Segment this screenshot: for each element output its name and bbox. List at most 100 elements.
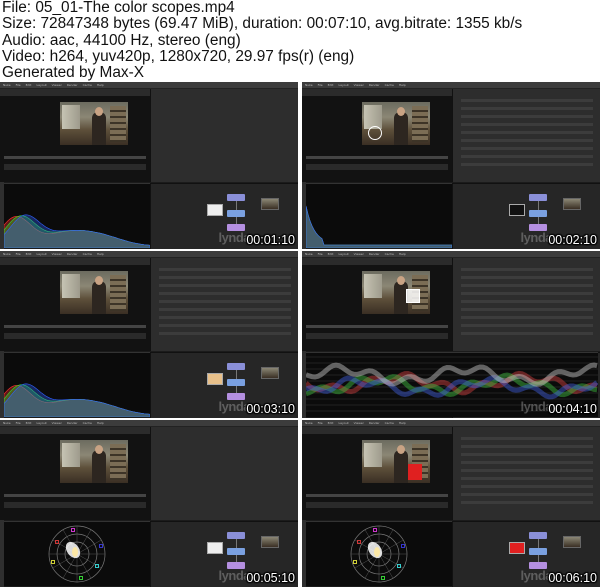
read-node-thumbnail[interactable] [261, 367, 279, 379]
playback-controls[interactable] [4, 164, 146, 170]
property-row[interactable] [461, 332, 593, 335]
app-menu-item[interactable]: File [16, 420, 21, 426]
playback-controls[interactable] [306, 164, 448, 170]
property-row[interactable] [461, 453, 593, 456]
app-menu-item[interactable]: Help [399, 251, 406, 257]
property-row[interactable] [159, 316, 291, 319]
app-menu-item[interactable]: Cache [385, 82, 394, 88]
app-menu-item[interactable]: Layout [36, 251, 46, 257]
graph-node[interactable] [529, 532, 547, 539]
graph-node[interactable] [227, 548, 245, 555]
property-row[interactable] [461, 163, 593, 166]
app-menu-item[interactable]: Help [399, 420, 406, 426]
app-menu-item[interactable]: Render [369, 82, 380, 88]
read-node-thumbnail[interactable] [261, 536, 279, 548]
graph-node[interactable] [227, 194, 245, 201]
property-row[interactable] [461, 292, 593, 295]
app-menu-item[interactable]: Edit [26, 251, 32, 257]
app-menu-item[interactable]: Layout [36, 420, 46, 426]
app-menu-item[interactable]: Viewer [52, 82, 62, 88]
property-row[interactable] [461, 485, 593, 488]
property-row[interactable] [461, 131, 593, 134]
app-menu-item[interactable]: File [16, 251, 21, 257]
app-menu-item[interactable]: Cache [83, 420, 92, 426]
property-row[interactable] [461, 324, 593, 327]
viewer-timeline[interactable] [4, 325, 146, 328]
read-node-thumbnail[interactable] [563, 198, 581, 210]
playback-controls[interactable] [4, 333, 146, 339]
app-menu-item[interactable]: Layout [338, 82, 348, 88]
graph-node[interactable] [529, 210, 547, 217]
property-row[interactable] [461, 276, 593, 279]
property-row[interactable] [461, 300, 593, 303]
app-menu-item[interactable]: Nuke [3, 251, 11, 257]
app-menu-item[interactable]: Render [369, 251, 380, 257]
property-row[interactable] [461, 107, 593, 110]
read-node-thumbnail[interactable] [261, 198, 279, 210]
graph-node[interactable] [227, 210, 245, 217]
property-row[interactable] [159, 332, 291, 335]
app-menu-item[interactable]: Layout [36, 82, 46, 88]
property-row[interactable] [461, 147, 593, 150]
app-menu-item[interactable]: Help [97, 420, 104, 426]
app-menu-item[interactable]: Nuke [305, 251, 313, 257]
app-menu-item[interactable]: File [16, 82, 21, 88]
playback-controls[interactable] [4, 502, 146, 508]
app-menu-item[interactable]: Help [399, 82, 406, 88]
app-menu-item[interactable]: Cache [83, 251, 92, 257]
app-menu-item[interactable]: Edit [328, 251, 334, 257]
app-menu-item[interactable]: Render [67, 420, 78, 426]
app-menu-item[interactable]: Layout [338, 420, 348, 426]
viewer-node[interactable] [207, 204, 223, 216]
property-row[interactable] [461, 155, 593, 158]
app-menu-item[interactable]: Cache [385, 420, 394, 426]
property-row[interactable] [159, 300, 291, 303]
graph-node[interactable] [227, 363, 245, 370]
property-row[interactable] [461, 316, 593, 319]
graph-node[interactable] [227, 379, 245, 386]
property-row[interactable] [159, 308, 291, 311]
app-menu-item[interactable]: Render [67, 251, 78, 257]
property-row[interactable] [461, 139, 593, 142]
viewer-timeline[interactable] [4, 156, 146, 159]
app-menu-item[interactable]: Layout [338, 251, 348, 257]
property-row[interactable] [461, 115, 593, 118]
app-menu-item[interactable]: Cache [385, 251, 394, 257]
app-menu-item[interactable]: Help [97, 251, 104, 257]
property-row[interactable] [461, 501, 593, 504]
property-row[interactable] [159, 276, 291, 279]
property-row[interactable] [461, 469, 593, 472]
app-menu-item[interactable]: Viewer [354, 251, 364, 257]
viewer-node[interactable] [509, 204, 525, 216]
app-menu-item[interactable]: File [318, 251, 323, 257]
app-menu-item[interactable]: Viewer [354, 82, 364, 88]
property-row[interactable] [461, 445, 593, 448]
app-menu-item[interactable]: Edit [328, 420, 334, 426]
app-menu-item[interactable]: Nuke [3, 420, 11, 426]
app-menu-item[interactable]: Cache [83, 82, 92, 88]
viewer-timeline[interactable] [306, 156, 448, 159]
viewer-timeline[interactable] [4, 494, 146, 497]
app-menu-item[interactable]: File [318, 82, 323, 88]
property-row[interactable] [461, 461, 593, 464]
property-row[interactable] [461, 268, 593, 271]
app-menu-item[interactable]: Render [67, 82, 78, 88]
playback-controls[interactable] [306, 333, 448, 339]
app-menu-item[interactable]: Viewer [52, 251, 62, 257]
app-menu-item[interactable]: Edit [26, 82, 32, 88]
app-menu-item[interactable]: File [318, 420, 323, 426]
app-menu-item[interactable]: Edit [328, 82, 334, 88]
app-menu-item[interactable]: Nuke [3, 82, 11, 88]
property-row[interactable] [461, 99, 593, 102]
property-row[interactable] [159, 284, 291, 287]
property-row[interactable] [461, 493, 593, 496]
property-row[interactable] [461, 123, 593, 126]
property-row[interactable] [159, 324, 291, 327]
property-row[interactable] [461, 308, 593, 311]
graph-node[interactable] [529, 194, 547, 201]
viewer-timeline[interactable] [306, 325, 448, 328]
app-menu-item[interactable]: Edit [26, 420, 32, 426]
viewer-node[interactable] [509, 542, 525, 554]
viewer-timeline[interactable] [306, 494, 448, 497]
property-row[interactable] [461, 477, 593, 480]
